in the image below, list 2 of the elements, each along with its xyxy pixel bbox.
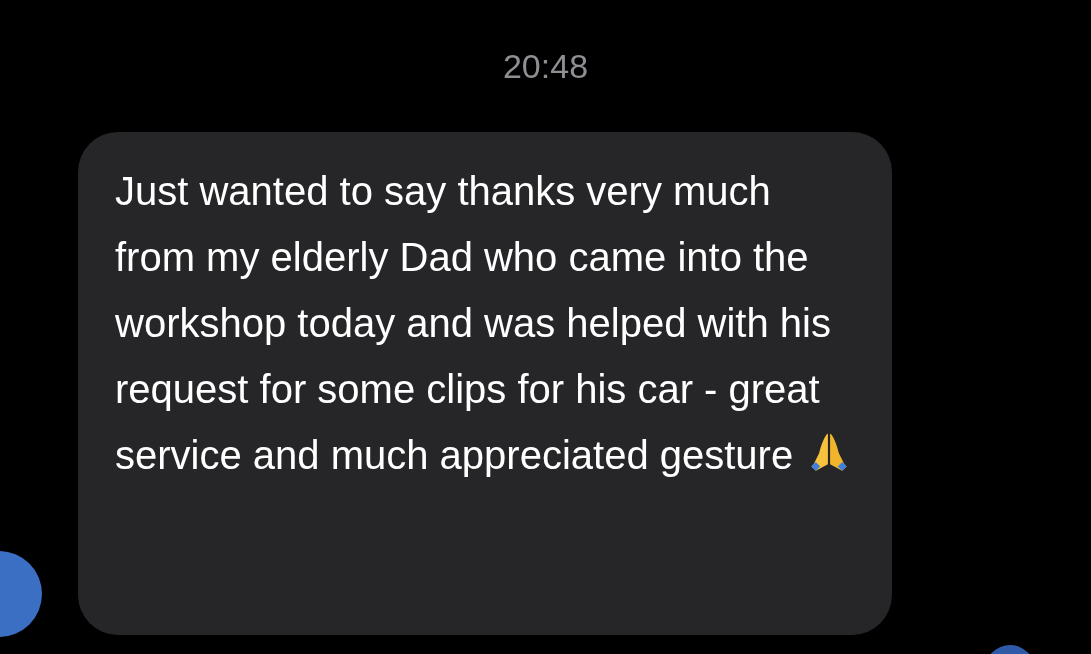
message-timestamp: 20:48: [502, 46, 589, 86]
message-text: Just wanted to say thanks very much from my elderly Dad who came into the workshop today and was helped with his request for some clips for his car - great service and much appreciated gesture: [115, 158, 860, 488]
